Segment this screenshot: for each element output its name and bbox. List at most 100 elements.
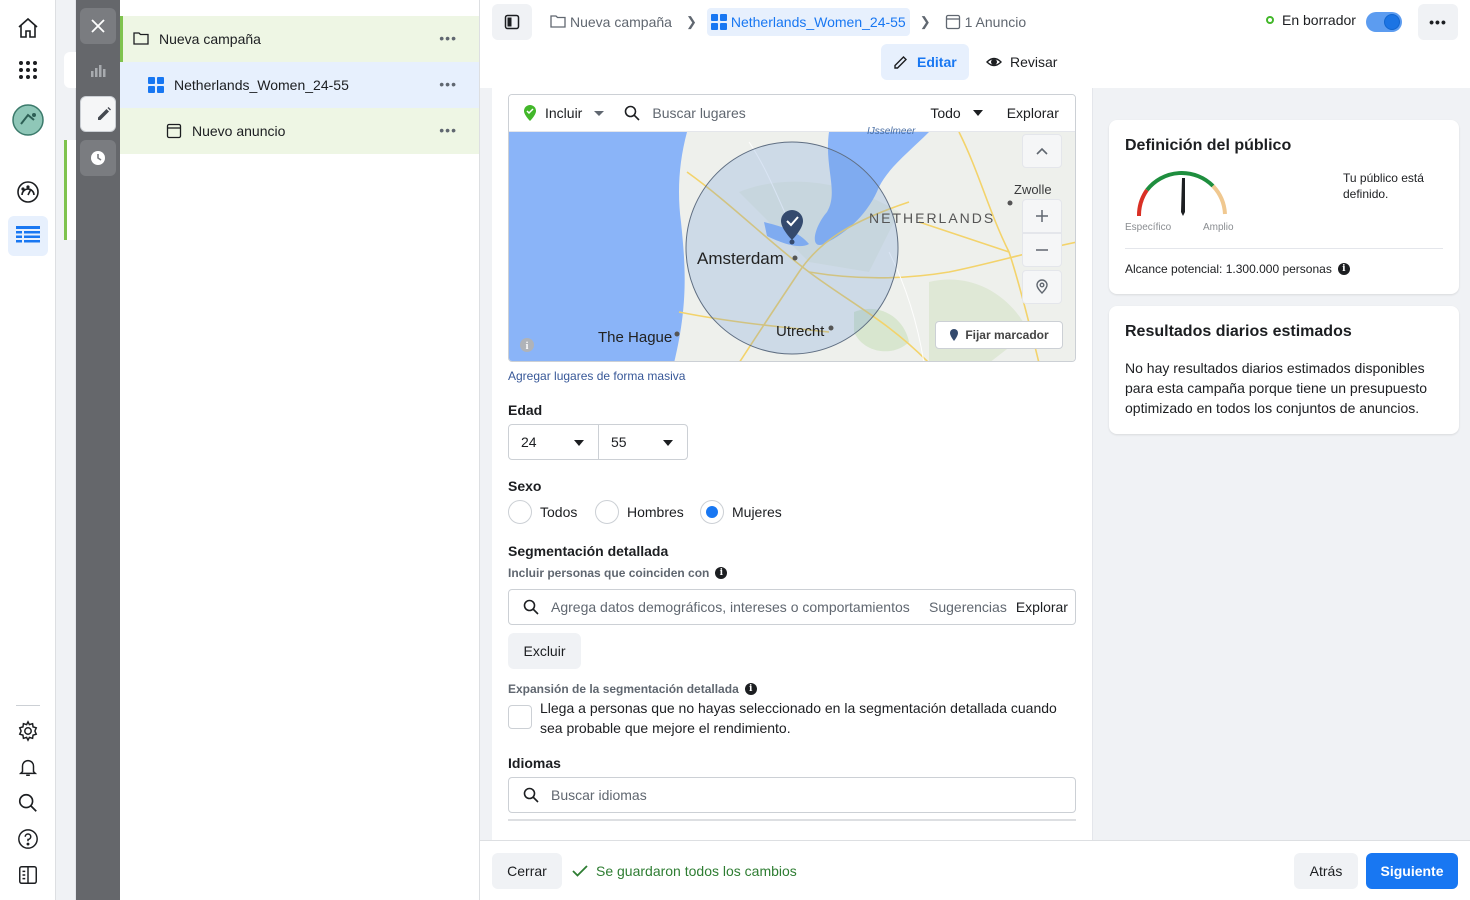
tab-edit[interactable]: Editar <box>881 44 969 80</box>
account-avatar[interactable] <box>8 100 48 140</box>
pin-icon <box>949 329 959 341</box>
sidebar-collapse-button[interactable] <box>492 4 532 40</box>
detailed-targeting-explore-button[interactable]: Explorar <box>1016 599 1068 615</box>
detailed-targeting-placeholder: Agrega datos demográficos, intereses o c… <box>551 599 910 615</box>
svg-text:i: i <box>526 341 529 352</box>
potential-reach: Alcance potencial: 1.300.000 personas i <box>1125 262 1350 276</box>
daily-results-card: Resultados diarios estimados No hay resu… <box>1109 306 1459 434</box>
status-label: En borrador <box>1282 12 1356 28</box>
apps-grid-icon[interactable] <box>8 50 48 90</box>
more-options-button[interactable]: ••• <box>1418 4 1458 40</box>
editor-footer: Cerrar Se guardaron todos los cambios At… <box>480 840 1470 900</box>
potential-reach-text: Alcance potencial: 1.300.000 personas <box>1125 262 1332 276</box>
location-pin-green-icon <box>523 105 537 121</box>
eye-icon <box>986 54 1002 70</box>
panel-toggle-icon[interactable] <box>8 855 48 895</box>
zoom-out-button[interactable] <box>1022 233 1062 267</box>
age-min-select[interactable]: 24 <box>508 424 599 460</box>
tree-row-campaign[interactable]: Nueva campaña ••• <box>120 16 479 62</box>
location-explore-button[interactable]: Explorar <box>1007 105 1059 121</box>
checkmark-icon <box>572 865 588 877</box>
chart-icon[interactable] <box>80 52 116 88</box>
expansion-label: Expansión de la segmentación detallada i <box>508 682 757 696</box>
gender-radio-men[interactable]: Hombres <box>595 500 684 524</box>
history-clock-button[interactable] <box>80 140 116 176</box>
detailed-targeting-label: Segmentación detallada <box>508 543 669 559</box>
save-status: Se guardaron todos los cambios <box>572 863 797 879</box>
zoom-in-button[interactable] <box>1022 199 1062 233</box>
drop-pin-button[interactable]: Fijar marcador <box>935 321 1063 349</box>
caret-down-icon <box>663 440 673 446</box>
bulk-add-locations-link[interactable]: Agregar lugares de forma masiva <box>508 369 685 383</box>
info-icon[interactable]: i <box>1337 263 1350 275</box>
age-max-select[interactable]: 55 <box>598 424 688 460</box>
next-button[interactable]: Siguiente <box>1366 853 1458 889</box>
adset-more-button[interactable]: ••• <box>439 76 457 92</box>
map-label-the-hague: The Hague <box>598 329 673 346</box>
include-dropdown[interactable]: Incluir <box>545 105 582 121</box>
caret-down-icon <box>574 440 584 446</box>
close-editor-button[interactable] <box>80 8 116 44</box>
global-nav <box>0 0 56 900</box>
editor-main: Nueva campaña ❯ Netherlands_Women_24-55 … <box>480 0 1470 900</box>
audience-definition-title: Definición del público <box>1125 137 1292 154</box>
location-map[interactable]: i IJsselmeer Zwolle NETHERLANDS Amsterda… <box>509 126 1075 361</box>
map-label-ijsselmeer: IJsselmeer <box>867 126 916 137</box>
breadcrumb-adset[interactable]: Netherlands_Women_24-55 <box>706 8 910 36</box>
tree-row-adset[interactable]: Netherlands_Women_24-55 ••• <box>120 62 479 108</box>
dashboard-gauge-icon[interactable] <box>8 172 48 212</box>
caret-down-icon <box>594 110 605 116</box>
ads-manager-table-icon[interactable] <box>8 216 48 256</box>
background-panel-edge <box>56 0 78 900</box>
languages-input[interactable]: Buscar idiomas <box>508 777 1076 813</box>
location-filter-dropdown[interactable]: Todo <box>930 105 960 121</box>
radio-circle-selected <box>700 500 724 524</box>
info-icon[interactable]: i <box>715 567 728 579</box>
gender-option-label: Mujeres <box>732 504 782 520</box>
close-button[interactable]: Cerrar <box>492 853 562 889</box>
help-icon[interactable] <box>8 819 48 859</box>
gender-radio-women[interactable]: Mujeres <box>700 500 782 524</box>
locate-me-button[interactable] <box>1022 270 1062 304</box>
exclude-button[interactable]: Excluir <box>508 633 581 669</box>
audience-gauge <box>1136 171 1227 217</box>
detailed-targeting-input[interactable]: Agrega datos demográficos, intereses o c… <box>508 589 1076 625</box>
map-label-amsterdam: Amsterdam <box>697 249 784 268</box>
status-dot-icon <box>1266 16 1274 24</box>
search-icon[interactable] <box>8 783 48 823</box>
breadcrumb-campaign-label: Nueva campaña <box>570 14 672 30</box>
notifications-bell-icon[interactable] <box>8 747 48 787</box>
expansion-checkbox[interactable] <box>508 705 532 729</box>
info-icon[interactable]: i <box>744 683 757 695</box>
breadcrumb-ad-label: 1 Anuncio <box>964 14 1027 30</box>
map-label-zwolle: Zwolle <box>1014 182 1052 197</box>
settings-gear-icon[interactable] <box>8 711 48 751</box>
tree-row-ad[interactable]: Nuevo anuncio ••• <box>120 108 479 154</box>
gender-radio-all[interactable]: Todos <box>508 500 577 524</box>
suggestions-link[interactable]: Sugerencias <box>929 599 1007 615</box>
ad-more-button[interactable]: ••• <box>439 122 457 138</box>
breadcrumb-campaign[interactable]: Nueva campaña <box>546 8 676 36</box>
ad-name: Nuevo anuncio <box>192 123 286 139</box>
chevron-right-icon: ❯ <box>919 14 931 29</box>
ad-page-icon <box>166 123 182 139</box>
adset-name: Netherlands_Women_24-55 <box>174 77 349 93</box>
edit-pencil-button[interactable] <box>80 96 116 132</box>
search-icon <box>523 787 539 803</box>
editor-scroll-area: Incluir Buscar lugares Todo Explorar i I… <box>480 88 1092 840</box>
radio-circle <box>595 500 619 524</box>
back-button[interactable]: Atrás <box>1294 853 1358 889</box>
location-search-input[interactable]: Buscar lugares <box>652 105 902 121</box>
tab-review[interactable]: Revisar <box>974 44 1069 80</box>
pencil-icon <box>893 54 909 70</box>
campaign-more-button[interactable]: ••• <box>439 30 457 46</box>
location-map-box: Incluir Buscar lugares Todo Explorar i I… <box>508 94 1076 362</box>
adset-toggle[interactable] <box>1366 12 1402 32</box>
home-icon[interactable] <box>8 8 48 48</box>
toggle-knob <box>1384 14 1400 30</box>
breadcrumb-ad[interactable]: 1 Anuncio <box>941 8 1031 36</box>
gender-label: Sexo <box>508 478 542 494</box>
map-label-country: NETHERLANDS <box>869 210 996 226</box>
adset-grid-icon <box>148 77 164 93</box>
map-collapse-up-button[interactable] <box>1022 134 1062 168</box>
